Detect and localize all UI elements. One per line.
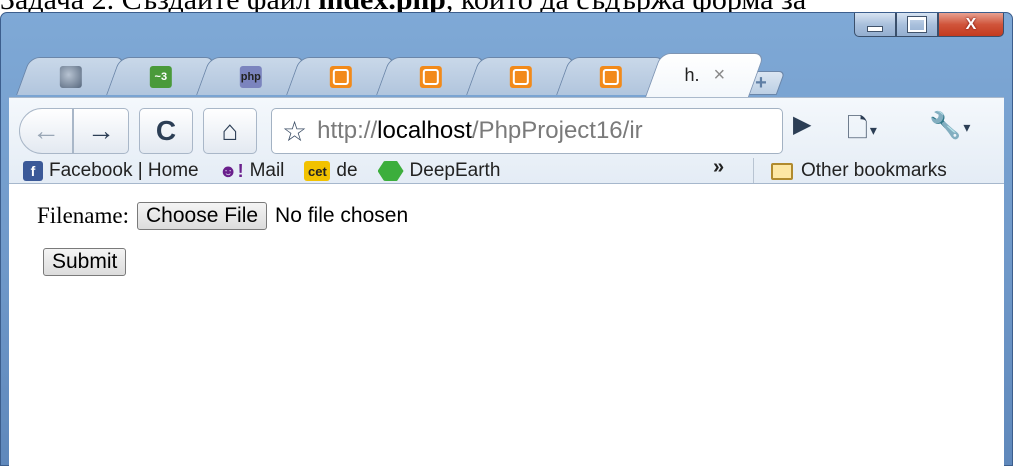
tab-strip: ~3 php h. × +: [16, 51, 823, 97]
maximize-button[interactable]: [896, 13, 938, 37]
submit-button[interactable]: Submit: [43, 248, 127, 276]
bookmark-mail[interactable]: ☻! Mail: [219, 160, 285, 182]
url-host: localhost: [377, 117, 472, 144]
filename-label: Filename:: [37, 203, 129, 228]
other-bookmarks-label: Other bookmarks: [801, 160, 947, 181]
php-icon: php: [239, 65, 262, 88]
minimize-button[interactable]: [854, 13, 896, 37]
tab-title: h.: [684, 65, 700, 85]
bookmark-de[interactable]: cet de: [304, 160, 358, 182]
bookmark-label: Facebook | Home: [49, 160, 199, 181]
cet-icon: cet: [304, 161, 331, 181]
chevron-down-icon: ▾: [869, 121, 877, 138]
close-icon: X: [965, 15, 977, 33]
toolbar: ← → C ⌂ ☆ http://localhost/PhpProject16/…: [9, 97, 1004, 184]
forward-button[interactable]: →: [73, 108, 129, 154]
xampp-icon: [599, 65, 622, 88]
browser-window: X ~3 php h. × + ← → C ⌂ ☆ http://localho…: [0, 12, 1013, 468]
deepearth-icon: [377, 161, 404, 181]
url-prefix: http://: [317, 117, 378, 144]
back-button[interactable]: ←: [19, 108, 73, 154]
submit-row: Submit: [43, 248, 127, 276]
bookmark-deepearth[interactable]: DeepEarth: [377, 160, 501, 182]
page-menu-button[interactable]: 🗋 ▾: [847, 110, 877, 154]
reload-icon: C: [155, 115, 177, 146]
gear-icon: [59, 65, 82, 88]
file-row: Filename: Choose File No file chosen: [37, 202, 408, 230]
minimize-icon: [867, 25, 883, 32]
tab-close-icon[interactable]: ×: [713, 64, 725, 87]
home-button[interactable]: ⌂: [203, 108, 257, 154]
maximize-icon: [907, 16, 927, 33]
play-icon: ▶: [793, 111, 812, 138]
close-window-button[interactable]: X: [938, 13, 1004, 37]
page-icon: 🗋: [847, 113, 868, 143]
folder-icon: [771, 162, 793, 180]
forward-arrow-icon: →: [87, 115, 115, 146]
bookmark-label: DeepEarth: [409, 160, 501, 181]
bookmarks-overflow-button[interactable]: »: [713, 156, 724, 179]
wrench-icon: 🔧: [929, 110, 962, 140]
wrench-menu-button[interactable]: 🔧 ▾: [929, 110, 970, 141]
go-button[interactable]: ▶: [793, 110, 811, 139]
bookmark-label: Mail: [249, 160, 285, 181]
tab-active[interactable]: h. ×: [644, 53, 766, 97]
page-content: Filename: Choose File No file chosen Sub…: [9, 183, 1004, 468]
url-text[interactable]: http://localhost/PhpProject16/ir: [317, 117, 755, 145]
bookmark-facebook[interactable]: f Facebook | Home: [23, 160, 199, 182]
xampp-icon: [509, 65, 532, 88]
url-path: /PhpProject16/ir: [471, 117, 643, 144]
reload-button[interactable]: C: [139, 108, 193, 154]
chevron-down-icon: ▾: [963, 118, 971, 135]
bookmark-star-icon[interactable]: ☆: [282, 115, 307, 148]
xampp-icon: [329, 65, 352, 88]
back-arrow-icon: ←: [32, 115, 60, 146]
bookmarks-bar: f Facebook | Home ☻! Mail cet de DeepEar…: [9, 156, 1004, 184]
choose-file-button[interactable]: Choose File: [136, 202, 268, 230]
window-controls: X: [854, 13, 1004, 39]
bookmarks-divider: [753, 158, 754, 184]
address-bar[interactable]: ☆ http://localhost/PhpProject16/ir: [271, 108, 783, 154]
yahoo-icon: ☻!: [218, 160, 244, 181]
home-icon: ⌂: [221, 115, 239, 146]
xampp-icon: [419, 65, 442, 88]
bookmark-label: de: [336, 160, 358, 181]
facebook-icon: f: [23, 161, 43, 181]
w3-icon: ~3: [149, 65, 172, 88]
no-file-text: No file chosen: [275, 204, 409, 227]
other-bookmarks-button[interactable]: Other bookmarks: [771, 160, 947, 182]
